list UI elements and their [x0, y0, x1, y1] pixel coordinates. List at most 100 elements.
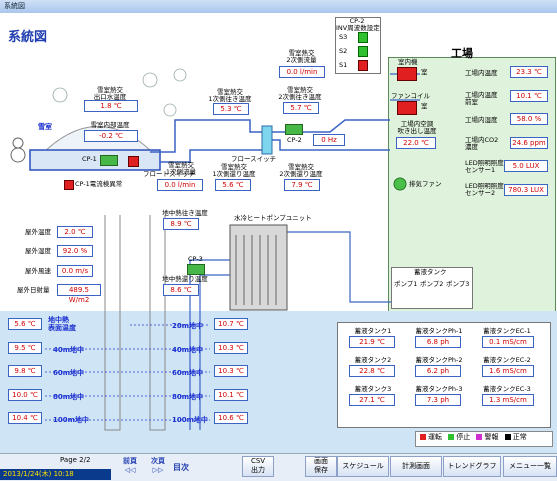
- cp3-label: CP-3: [188, 255, 203, 263]
- solar-value: 489.5 W/m2: [57, 284, 101, 304]
- hx2-flow-value: 0.0 l/min: [279, 66, 325, 78]
- pipe-primary-supply: [150, 119, 275, 153]
- pump1-label: ポンプ1: [394, 280, 418, 288]
- outdoor-humidity-value: 92.0 %: [57, 245, 93, 257]
- led2-label: LED照明照度 センサー2: [465, 182, 504, 197]
- heatpump-label: 水冷ヒートポンプユニット: [234, 214, 312, 222]
- led1-value: 5.0 LUX: [504, 160, 548, 172]
- hx2-flow-label: 雪室熱交 2次側流量: [286, 49, 317, 64]
- legend-stop-label: 停止: [456, 433, 471, 441]
- hx1-in-temp-value: 5.3 ℃: [213, 103, 249, 115]
- snow-hx-out-temp-value: 1.8 ℃: [84, 100, 138, 112]
- factory-humidity-label: 工場内湿度: [465, 116, 498, 124]
- cp2-label: CP-2: [287, 136, 302, 144]
- hx2-in-temp-value: 5.7 ℃: [283, 102, 319, 114]
- factory-co2-value: 24.6 ppm: [510, 137, 548, 149]
- storage-tank-label: 蓄液タンク: [414, 268, 447, 276]
- cp1-power-alarm-indicator: [64, 180, 74, 190]
- s1-indicator: [358, 60, 368, 71]
- hx1-ret-temp-value: 5.6 ℃: [215, 179, 251, 191]
- exhaust-fan-label: 排気ファン: [409, 180, 442, 188]
- outdoor-unit-indicator: [397, 67, 417, 81]
- tank-label: 蓄液タンクPh-1: [415, 327, 463, 335]
- pump3-label: ポンプ3: [446, 280, 470, 288]
- depth-80-label-right: 80m地中: [172, 393, 204, 401]
- pump2-label: ポンプ2: [420, 280, 444, 288]
- s1-label: S1: [339, 61, 348, 69]
- trend-graph-button[interactable]: トレンドグラフ: [443, 456, 501, 477]
- tank-label: 蓄液タンクEC-1: [483, 327, 531, 335]
- tank-label: 蓄液タンク2: [354, 356, 392, 364]
- wind-speed-value: 0.0 m/s: [57, 265, 93, 277]
- geo-supply-label: 地中熱往き温度: [162, 209, 208, 217]
- factory-temp2-label: 工場内温度 前室: [465, 91, 498, 106]
- borehole-right: [149, 215, 166, 431]
- left-100-value: 10.4 ℃: [8, 412, 42, 424]
- cp1-power-alarm-label: CP-1電流検異常: [75, 180, 123, 188]
- snow-room-temp-value: -0.2 ℃: [84, 130, 138, 142]
- snow-room-label: 雪室: [38, 123, 52, 131]
- factory-temp-value: 23.3 ℃: [510, 66, 548, 78]
- room-label-1: 室: [421, 68, 428, 76]
- right-20-value: 10.7 ℃: [214, 318, 248, 330]
- cp2-pump[interactable]: [285, 124, 303, 135]
- hx2-ret-temp-value: 7.9 ℃: [284, 179, 320, 191]
- fan-coil-indicator: [397, 101, 417, 115]
- s3-label: S3: [339, 33, 348, 41]
- next-arrows-icon: ▷▷: [152, 466, 164, 474]
- s3-indicator: [358, 32, 368, 43]
- right-40-value: 10.3 ℃: [214, 342, 248, 354]
- inv-label: CP-2 INV周波数設定: [336, 17, 380, 32]
- index-button[interactable]: 目次: [173, 462, 189, 473]
- cp1-label: CP-1: [82, 155, 97, 163]
- tank-label: 蓄液タンクPh-2: [415, 356, 463, 364]
- depth-100-label-right: 100m地中: [172, 416, 208, 424]
- tank-value: 6.2 ph: [415, 365, 461, 377]
- geo-supply-value: 8.9 ℃: [163, 218, 199, 230]
- tank-label: 蓄液タンク1: [354, 327, 392, 335]
- fan-coil-label: ファンコイル: [391, 92, 430, 100]
- outdoor-unit-label: 室内機: [398, 58, 418, 66]
- legend-stop-swatch: [448, 434, 455, 440]
- s2-indicator: [358, 46, 368, 57]
- page-indicator: Page 2/2: [60, 456, 91, 464]
- hx1-in-temp-label: 雪室熱交 1次側往き温度: [208, 88, 252, 103]
- csv-export-button[interactable]: CSV 出力: [242, 456, 274, 477]
- tank-value: 0.1 mS/cm: [482, 336, 534, 348]
- tank-value: 21.9 ℃: [349, 336, 395, 348]
- tank-label: 蓄液タンクEC-3: [483, 385, 531, 393]
- inv-hz-value: 0 Hz: [313, 134, 345, 146]
- exhaust-fan-symbol: [393, 177, 407, 191]
- blow-temp-label: 工場内空調 吹き出し温度: [397, 120, 437, 135]
- depth-60-label-left: 60m地中: [53, 369, 85, 377]
- screen-save-button[interactable]: 画面 保存: [305, 456, 337, 477]
- depth-40-label-left: 40m地中: [53, 346, 85, 354]
- outdoor-temp-value: 2.0 ℃: [57, 226, 93, 238]
- factory-co2-label: 工場内CO2 濃度: [465, 136, 499, 151]
- schedule-button[interactable]: スケジュール: [337, 456, 389, 477]
- tank-value: 1.3 mS/cm: [482, 394, 534, 406]
- geo-return-value: 8.6 ℃: [163, 284, 199, 296]
- cp3-pump[interactable]: [187, 264, 205, 275]
- tank-label: 蓄液タンク3: [354, 385, 392, 393]
- next-page-button[interactable]: 次頁 ▷▷: [146, 456, 170, 474]
- legend-alarm-swatch: [476, 434, 483, 440]
- cp1-pump[interactable]: [100, 155, 118, 166]
- solar-label: 屋外日射量: [17, 286, 50, 294]
- pipe-to-tank: [280, 231, 400, 303]
- hx2-ret-temp-label: 雪室熱交 2次側還り温度: [279, 163, 323, 178]
- left-60-value: 9.8 ℃: [8, 365, 42, 377]
- menu-list-button[interactable]: メニュー一覧: [503, 456, 557, 477]
- prev-page-button[interactable]: 前頁 ◁◁: [118, 456, 142, 474]
- outdoor-humidity-label: 屋外湿度: [25, 247, 51, 255]
- hx2-in-temp-label: 雪室熱交 2次側往き温度: [278, 86, 322, 101]
- hx1-ret-temp-label: 雪室熱交 1次側還り温度: [212, 163, 256, 178]
- tank-value: 27.1 ℃: [349, 394, 395, 406]
- tank-value: 7.3 ph: [415, 394, 461, 406]
- right-60-value: 10.3 ℃: [214, 365, 248, 377]
- prev-arrows-icon: ◁◁: [124, 466, 136, 474]
- measure-screen-button[interactable]: 計測画面: [390, 456, 442, 477]
- next-page-label: 次頁: [151, 457, 165, 465]
- ground-surface-label: 地中熱 表面温度: [48, 316, 76, 332]
- heat-exchanger: [261, 125, 273, 155]
